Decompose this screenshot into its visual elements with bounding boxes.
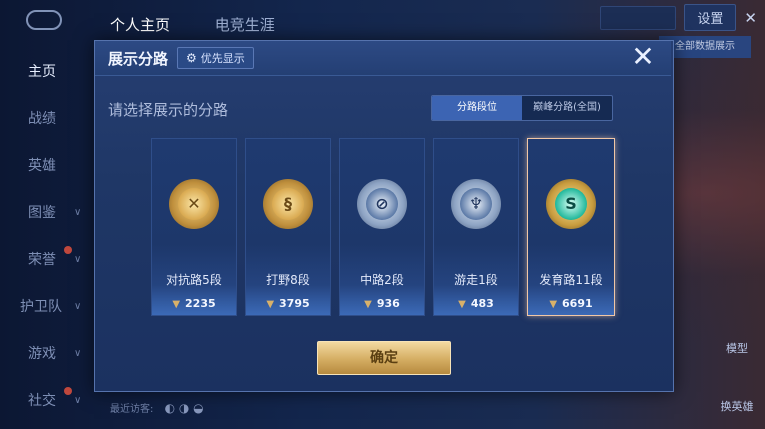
sidebar-item-games[interactable]: 游戏 ∨	[0, 334, 92, 374]
rank-chevron-icon: ▼	[458, 299, 466, 310]
visitor-label: 最近访客:	[110, 404, 154, 415]
model-button[interactable]: 模型	[717, 340, 757, 356]
lane-score-value: 2235	[185, 297, 216, 310]
sidebar-item-record[interactable]: 战绩	[0, 99, 92, 139]
lane-rank: 对抗路5段	[166, 273, 222, 287]
sidebar-item-label: 图鉴	[28, 205, 56, 221]
emerald-s-icon: S	[555, 188, 587, 220]
switch-hero-label: 换英雄	[720, 400, 754, 413]
sidebar-item-label: 战绩	[28, 111, 56, 127]
lane-card-top[interactable]: ✕ 对抗路5段 ▼ 2235	[151, 138, 237, 316]
sidebar-item-label: 荣誉	[28, 252, 56, 268]
wings-icon: ♆	[460, 188, 492, 220]
toggle-peak-lane[interactable]: 巅峰分路(全国)	[522, 96, 612, 120]
lane-score: ▼ 483	[434, 297, 518, 310]
switch-hero-button[interactable]: 换英雄	[717, 398, 757, 414]
sidebar-item-honor[interactable]: 荣誉 ∨	[0, 240, 92, 280]
dragon-icon: §	[272, 188, 304, 220]
settings-button[interactable]: 设置	[684, 4, 737, 31]
dialog-title: 展示分路	[108, 50, 169, 68]
sidebar-item-label: 社交	[28, 393, 56, 409]
toggle-lane-rank[interactable]: 分路段位	[432, 96, 522, 120]
sidebar-item-codex[interactable]: 图鉴 ∨	[0, 193, 92, 233]
dialog-header: 展示分路 ⚙ 优先显示 ✕	[95, 41, 671, 76]
lane-score: ▼ 3795	[246, 297, 330, 310]
top-navigation: 个人主页 电竞生涯	[110, 14, 315, 35]
recent-visitors[interactable]: 最近访客: ◐ ◑ ◒	[110, 400, 204, 415]
lane-card-farm[interactable]: S 发育路11段 ▼ 6691	[527, 138, 615, 316]
sidebar-item-guard-team[interactable]: 护卫队 ∨	[0, 287, 92, 327]
lane-rank: 游走1段	[454, 273, 498, 287]
lane-score-value: 936	[376, 297, 400, 310]
sidebar-item-home[interactable]: 主页	[0, 52, 92, 92]
chevron-down-icon: ∨	[74, 301, 82, 312]
lane-score-value: 6691	[562, 297, 593, 310]
dialog-subtitle: 请选择展示的分路	[108, 101, 229, 119]
rank-chevron-icon: ▼	[364, 299, 372, 310]
tab-career[interactable]: 电竞生涯	[215, 16, 275, 34]
crossed-swords-icon: ✕	[178, 188, 210, 220]
back-arrow-icon[interactable]	[26, 10, 62, 30]
staff-badge-icon: ⊘	[357, 179, 407, 229]
priority-display-button[interactable]: ⚙ 优先显示	[177, 47, 254, 69]
top-right-controls: 设置 ✕	[600, 4, 757, 31]
confirm-button[interactable]: 确定	[317, 341, 451, 375]
lane-score: ▼ 2235	[152, 297, 236, 310]
tab-profile[interactable]: 个人主页	[110, 16, 170, 34]
top-close-icon[interactable]: ✕	[744, 9, 757, 27]
chevron-down-icon: ∨	[74, 348, 82, 359]
lane-display-dialog: 展示分路 ⚙ 优先显示 ✕ 请选择展示的分路 分路段位 巅峰分路(全国) ✕ 对抗…	[94, 40, 674, 392]
chevron-down-icon: ∨	[74, 207, 82, 218]
sidebar-item-social[interactable]: 社交 ∨	[0, 381, 92, 421]
wings-badge-icon: ♆	[451, 179, 501, 229]
priority-label: 优先显示	[200, 52, 245, 65]
sidebar: 主页 战绩 英雄 图鉴 ∨ 荣誉 ∨ 护卫队 ∨ 游戏 ∨ 社交 ∨	[0, 40, 92, 429]
lane-rank: 发育路11段	[539, 273, 603, 287]
notice-box	[600, 5, 677, 30]
gear-icon: ⚙	[186, 51, 197, 65]
notification-dot-icon	[64, 387, 72, 395]
rank-chevron-icon: ▼	[266, 299, 275, 310]
visitor-avatars-icon: ◐ ◑ ◒	[164, 401, 204, 415]
rank-chevron-icon: ▼	[172, 299, 181, 310]
lane-score: ▼ 936	[340, 297, 424, 310]
lane-card-mid[interactable]: ⊘ 中路2段 ▼ 936	[339, 138, 425, 316]
close-button[interactable]: ✕	[629, 43, 657, 71]
lane-score-value: 483	[470, 297, 494, 310]
notification-dot-icon	[64, 246, 72, 254]
lane-mode-toggle: 分路段位 巅峰分路(全国)	[431, 95, 613, 121]
lane-card-roam[interactable]: ♆ 游走1段 ▼ 483	[433, 138, 519, 316]
staff-icon: ⊘	[366, 188, 398, 220]
emerald-badge-icon: S	[546, 179, 596, 229]
chevron-down-icon: ∨	[74, 395, 82, 406]
lane-score: ▼ 6691	[528, 297, 614, 310]
rank-chevron-icon: ▼	[549, 299, 558, 310]
lane-card-jungle[interactable]: § 打野8段 ▼ 3795	[245, 138, 331, 316]
model-label: 模型	[726, 342, 748, 355]
sidebar-item-heroes[interactable]: 英雄	[0, 146, 92, 186]
lane-rank: 打野8段	[266, 273, 310, 287]
sidebar-item-label: 护卫队	[20, 299, 62, 315]
sidebar-item-label: 主页	[28, 64, 56, 80]
chevron-down-icon: ∨	[74, 254, 82, 265]
lane-rank: 中路2段	[360, 273, 404, 287]
sidebar-item-label: 英雄	[28, 158, 56, 174]
sidebar-item-label: 游戏	[28, 346, 56, 362]
dragon-badge-icon: §	[263, 179, 313, 229]
lane-score-value: 3795	[279, 297, 310, 310]
crossed-swords-badge-icon: ✕	[169, 179, 219, 229]
